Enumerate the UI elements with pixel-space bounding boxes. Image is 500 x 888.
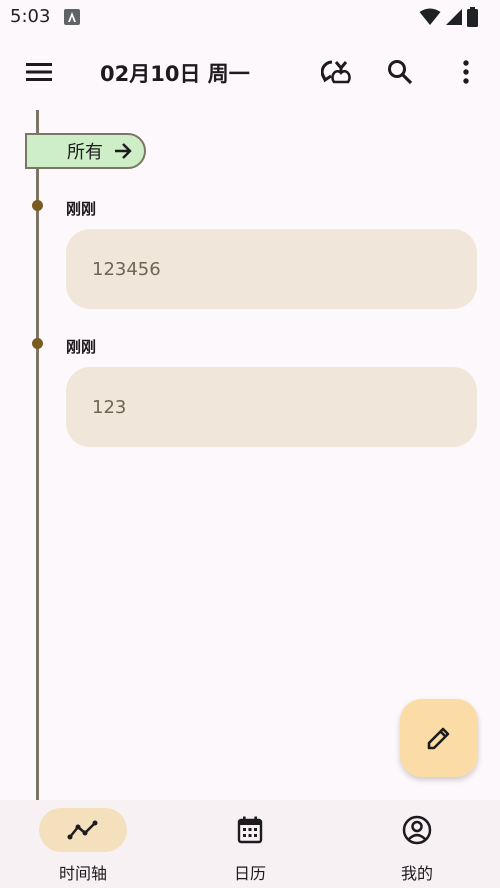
signal-icon [446, 9, 462, 25]
entry-text: 123456 [92, 258, 161, 280]
timeline-dot [32, 200, 43, 211]
entry-text: 123 [92, 396, 127, 418]
nav-item-profile[interactable]: 我的 [334, 800, 500, 888]
menu-icon [26, 63, 52, 81]
search-icon [388, 60, 413, 85]
filter-chip[interactable]: 所有 [25, 133, 146, 169]
edit-pencil-icon [427, 727, 450, 750]
wifi-icon [419, 8, 441, 25]
nav-item-timeline[interactable]: 时间轴 [0, 800, 166, 888]
new-entry-fab[interactable] [400, 699, 478, 777]
nav-label: 时间轴 [58, 864, 107, 883]
nav-icon-wrap [401, 814, 433, 846]
more-options-button[interactable] [442, 48, 490, 96]
timeline-line [36, 110, 39, 800]
battery-icon [467, 7, 478, 27]
timeline-icon [67, 820, 98, 840]
app-notification-icon [64, 9, 80, 25]
top-app-bar: 02月10日 周一 [0, 44, 500, 100]
entry-time: 刚刚 [66, 200, 97, 218]
entry-card[interactable]: 123456 [66, 229, 477, 309]
nav-icon-wrap [234, 814, 266, 846]
status-time: 5:03 [10, 6, 51, 27]
filter-chip-label: 所有 [67, 142, 103, 163]
timeline-dot [32, 338, 43, 349]
nav-selected-indicator [39, 808, 127, 852]
sync-button[interactable] [312, 48, 360, 96]
status-icons [419, 7, 478, 27]
bottom-navigation: 时间轴 日历 我的 [0, 800, 500, 888]
nav-item-calendar[interactable]: 日历 [167, 800, 333, 888]
calendar-icon [237, 816, 263, 844]
sync-icon [321, 60, 351, 84]
account-circle-icon [402, 815, 432, 845]
arrow-right-icon [115, 143, 132, 159]
status-bar: 5:03 [0, 0, 500, 36]
page-title[interactable]: 02月10日 周一 [100, 58, 250, 88]
entry-time: 刚刚 [66, 338, 97, 356]
more-vert-icon [463, 60, 469, 84]
nav-label: 日历 [233, 864, 266, 883]
entry-card[interactable]: 123 [66, 367, 477, 447]
menu-button[interactable] [15, 48, 63, 96]
search-button[interactable] [376, 48, 424, 96]
nav-label: 我的 [400, 864, 433, 883]
